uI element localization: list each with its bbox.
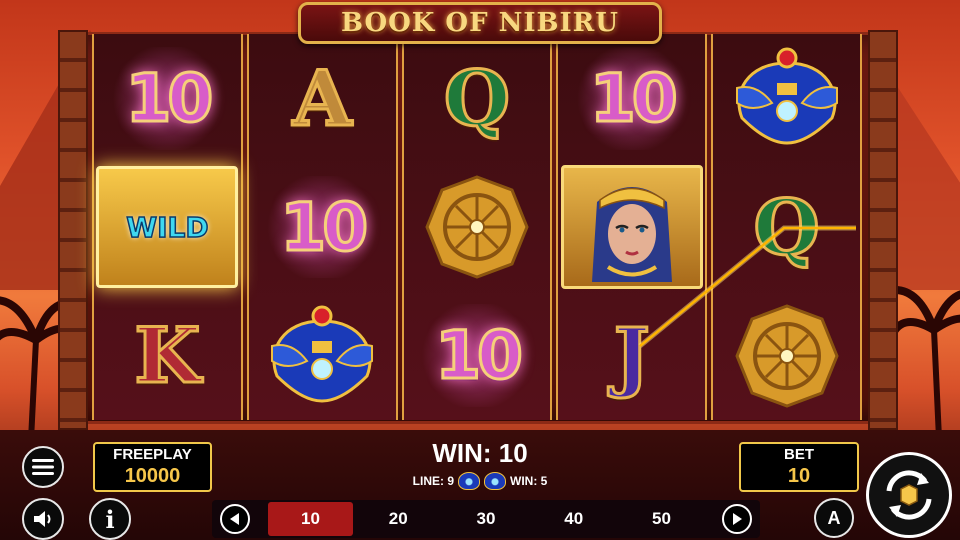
info-button[interactable]: i [89,498,131,540]
reel-5: Q [711,34,862,420]
reel-cell: K [94,291,241,420]
symbol-ten: 10 [588,58,679,138]
bet-option[interactable]: 50 [619,502,704,536]
bet-option[interactable]: 10 [268,502,353,536]
bet-panel: BET 10 [739,442,859,492]
win-amount: WIN: 10 [432,438,528,468]
reel-cell: 10 [249,163,396,292]
line-win-info: LINE: 9 WIN: 5 [370,472,590,490]
sun-medallion-icon [425,175,529,279]
autoplay-icon: A [827,507,841,528]
symbol-letter-q: Q [752,181,821,273]
bet-option[interactable]: 30 [444,502,529,536]
reel-cell: Q [713,163,860,292]
freeplay-label: FREEPLAY [113,446,192,463]
freeplay-value: 10000 [124,465,181,487]
line-number: LINE: 9 [412,474,454,488]
reel-cell: WILD [94,163,241,292]
line-win-amount: WIN: 5 [510,474,548,488]
reel-1: 10 WILD K [92,34,243,420]
bet-option[interactable]: 40 [531,502,616,536]
symbol-letter-q: Q [442,52,511,144]
reel-cell: Q [404,34,551,163]
reel-cell [558,163,705,292]
reel-grid: 10 WILD K A 10 Q 10 10 J Q [92,34,862,420]
reel-cell [713,291,860,420]
spin-arrows-icon [886,470,932,520]
symbol-letter-a: A [291,52,353,144]
cleopatra-portrait-icon [591,187,672,282]
autoplay-button[interactable]: A [814,498,854,538]
symbol-letter-j: J [612,310,651,402]
reel-2: A 10 [246,34,398,420]
pharaoh-symbol [560,165,703,289]
reel-4: 10 J [556,34,708,420]
menu-button[interactable] [22,446,64,488]
reel-cell [249,291,396,420]
spin-button[interactable] [866,452,952,538]
pillar-right [868,30,898,430]
game-title: BOOK OF NIBIRU [341,8,619,38]
triangle-left-icon [230,513,239,525]
bet-next-button[interactable] [722,504,752,534]
reel-cell: J [558,291,705,420]
bet-options: 10 20 30 40 50 [258,502,714,536]
reel-cell [404,163,551,292]
symbol-letter-k: K [133,310,202,402]
bet-prev-button[interactable] [220,504,250,534]
bet-value: 10 [787,465,811,487]
freeplay-balance-panel: FREEPLAY 10000 [93,442,212,492]
symbol-ten: 10 [279,187,370,267]
scarab-icon [458,472,480,490]
reel-cell: 10 [558,34,705,163]
symbol-ten: 10 [434,316,525,396]
game-title-plate: BOOK OF NIBIRU [298,2,662,44]
sun-medallion-icon [734,304,839,408]
reel-3: Q 10 [401,34,553,420]
sound-button[interactable] [22,498,64,540]
triangle-right-icon [733,513,742,525]
scarab-icon [735,47,838,145]
pillar-left [58,30,88,430]
wild-label: WILD [125,210,209,245]
game-scene: 10 WILD K A 10 Q 10 10 J Q BOOK OF NIBIRU FREEPLA… [0,0,960,540]
reel-cell: A [249,34,396,163]
symbol-ten: 10 [124,58,215,138]
reel-cell: 10 [404,291,551,420]
reel-cell [713,34,860,163]
reel-cell: 10 [94,34,241,163]
scarab-icon [271,305,374,403]
hamburger-icon [32,459,54,475]
bet-label: BET [784,446,814,463]
bet-selector: 10 20 30 40 50 [212,500,760,538]
bet-option[interactable]: 20 [356,502,441,536]
info-icon: i [105,504,115,534]
wild-book-icon: WILD [96,166,239,288]
scarab-icon [484,472,506,490]
speaker-icon [34,511,51,527]
